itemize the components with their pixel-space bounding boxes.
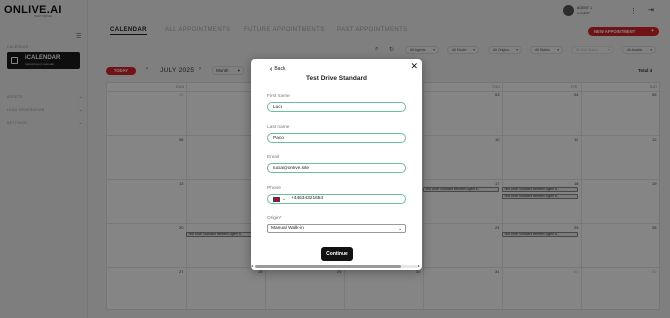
email-label: Email [267, 155, 279, 160]
first-name-input[interactable] [267, 102, 406, 112]
chevron-down-icon: ⌄ [398, 226, 402, 231]
scrollbar-thumb[interactable] [255, 265, 401, 268]
last-name-label: Last name [267, 125, 290, 130]
phone-field[interactable]: ⌄ +44634321654 [267, 194, 406, 204]
scroll-right-icon[interactable]: ▸ [418, 263, 420, 268]
chevron-down-icon[interactable]: ⌄ [282, 195, 286, 203]
appointment-form-modal: ✕ ‹ Back Test Drive Standard First name L… [251, 59, 422, 270]
close-icon[interactable]: ✕ [410, 61, 418, 72]
phone-value[interactable]: +44634321654 [291, 195, 323, 203]
phone-label: Phone [267, 186, 281, 191]
modal-title: Test Drive Standard [306, 75, 367, 82]
origin-label: Origin* [267, 216, 282, 221]
uk-flag-icon[interactable] [273, 197, 280, 202]
chevron-left-icon: ‹ [270, 66, 273, 73]
origin-select-value: Manual Walk-in [271, 226, 304, 231]
last-name-input[interactable] [267, 133, 406, 143]
email-input[interactable] [267, 163, 406, 173]
back-button[interactable]: ‹ Back [270, 66, 285, 73]
continue-button[interactable]: Continue [321, 247, 353, 261]
back-label: Back [274, 66, 286, 72]
origin-select[interactable]: Manual Walk-in ⌄ [267, 224, 406, 233]
scroll-left-icon[interactable]: ◂ [251, 263, 253, 268]
first-name-label: First name [267, 94, 290, 99]
